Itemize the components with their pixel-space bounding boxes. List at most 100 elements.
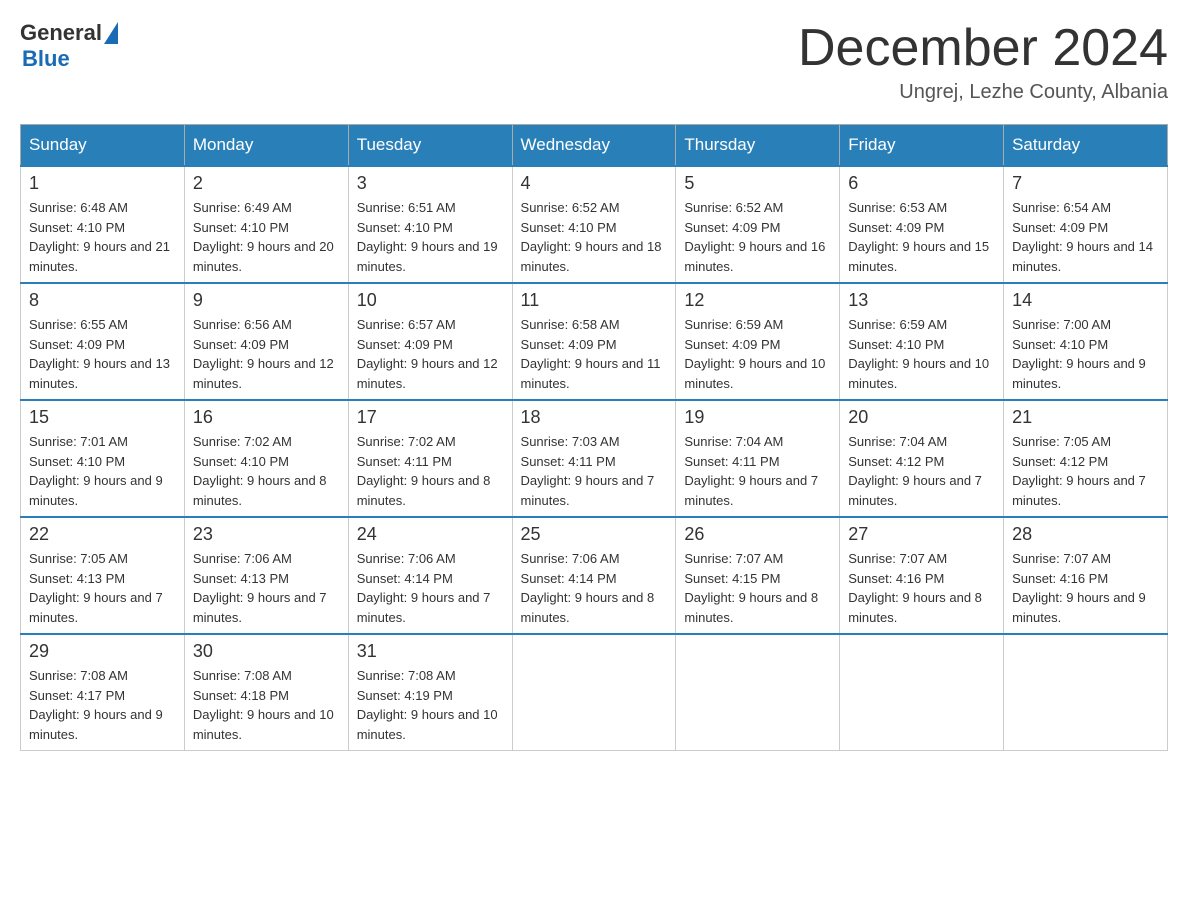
day-number: 5 [684,173,831,194]
day-number: 2 [193,173,340,194]
day-info: Sunrise: 6:49 AMSunset: 4:10 PMDaylight:… [193,198,340,276]
calendar-header-row: SundayMondayTuesdayWednesdayThursdayFrid… [21,125,1168,167]
calendar-cell: 10 Sunrise: 6:57 AMSunset: 4:09 PMDaylig… [348,283,512,400]
calendar-cell: 26 Sunrise: 7:07 AMSunset: 4:15 PMDaylig… [676,517,840,634]
day-number: 6 [848,173,995,194]
day-number: 23 [193,524,340,545]
day-info: Sunrise: 6:48 AMSunset: 4:10 PMDaylight:… [29,198,176,276]
calendar-cell: 28 Sunrise: 7:07 AMSunset: 4:16 PMDaylig… [1004,517,1168,634]
day-number: 3 [357,173,504,194]
day-number: 16 [193,407,340,428]
calendar-cell: 8 Sunrise: 6:55 AMSunset: 4:09 PMDayligh… [21,283,185,400]
logo: General Blue [20,20,118,72]
day-number: 13 [848,290,995,311]
day-number: 12 [684,290,831,311]
calendar-cell: 19 Sunrise: 7:04 AMSunset: 4:11 PMDaylig… [676,400,840,517]
day-info: Sunrise: 6:59 AMSunset: 4:10 PMDaylight:… [848,315,995,393]
week-row-4: 22 Sunrise: 7:05 AMSunset: 4:13 PMDaylig… [21,517,1168,634]
day-info: Sunrise: 6:57 AMSunset: 4:09 PMDaylight:… [357,315,504,393]
calendar-cell: 31 Sunrise: 7:08 AMSunset: 4:19 PMDaylig… [348,634,512,751]
location-title: Ungrej, Lezhe County, Albania [798,81,1168,104]
day-info: Sunrise: 7:02 AMSunset: 4:11 PMDaylight:… [357,432,504,510]
day-info: Sunrise: 7:04 AMSunset: 4:11 PMDaylight:… [684,432,831,510]
day-info: Sunrise: 7:03 AMSunset: 4:11 PMDaylight:… [521,432,668,510]
day-number: 7 [1012,173,1159,194]
day-info: Sunrise: 6:52 AMSunset: 4:10 PMDaylight:… [521,198,668,276]
day-number: 24 [357,524,504,545]
calendar-cell: 22 Sunrise: 7:05 AMSunset: 4:13 PMDaylig… [21,517,185,634]
week-row-3: 15 Sunrise: 7:01 AMSunset: 4:10 PMDaylig… [21,400,1168,517]
calendar-cell: 4 Sunrise: 6:52 AMSunset: 4:10 PMDayligh… [512,166,676,283]
calendar-cell: 18 Sunrise: 7:03 AMSunset: 4:11 PMDaylig… [512,400,676,517]
calendar-cell: 21 Sunrise: 7:05 AMSunset: 4:12 PMDaylig… [1004,400,1168,517]
day-info: Sunrise: 6:59 AMSunset: 4:09 PMDaylight:… [684,315,831,393]
day-number: 8 [29,290,176,311]
day-info: Sunrise: 7:06 AMSunset: 4:14 PMDaylight:… [357,549,504,627]
day-number: 29 [29,641,176,662]
day-number: 20 [848,407,995,428]
day-info: Sunrise: 6:53 AMSunset: 4:09 PMDaylight:… [848,198,995,276]
calendar-cell: 17 Sunrise: 7:02 AMSunset: 4:11 PMDaylig… [348,400,512,517]
calendar-cell: 20 Sunrise: 7:04 AMSunset: 4:12 PMDaylig… [840,400,1004,517]
calendar-header-monday: Monday [184,125,348,167]
calendar-header-saturday: Saturday [1004,125,1168,167]
day-number: 19 [684,407,831,428]
day-number: 18 [521,407,668,428]
calendar-cell [512,634,676,751]
calendar-cell: 24 Sunrise: 7:06 AMSunset: 4:14 PMDaylig… [348,517,512,634]
day-info: Sunrise: 6:55 AMSunset: 4:09 PMDaylight:… [29,315,176,393]
day-info: Sunrise: 7:07 AMSunset: 4:16 PMDaylight:… [1012,549,1159,627]
day-number: 1 [29,173,176,194]
calendar-cell [840,634,1004,751]
calendar-header-sunday: Sunday [21,125,185,167]
calendar-cell: 5 Sunrise: 6:52 AMSunset: 4:09 PMDayligh… [676,166,840,283]
title-section: December 2024 Ungrej, Lezhe County, Alba… [798,20,1168,104]
week-row-1: 1 Sunrise: 6:48 AMSunset: 4:10 PMDayligh… [21,166,1168,283]
calendar-cell: 11 Sunrise: 6:58 AMSunset: 4:09 PMDaylig… [512,283,676,400]
day-number: 11 [521,290,668,311]
day-number: 17 [357,407,504,428]
day-info: Sunrise: 7:08 AMSunset: 4:18 PMDaylight:… [193,666,340,744]
day-info: Sunrise: 6:52 AMSunset: 4:09 PMDaylight:… [684,198,831,276]
day-info: Sunrise: 7:06 AMSunset: 4:14 PMDaylight:… [521,549,668,627]
day-number: 27 [848,524,995,545]
day-info: Sunrise: 6:54 AMSunset: 4:09 PMDaylight:… [1012,198,1159,276]
calendar-cell: 16 Sunrise: 7:02 AMSunset: 4:10 PMDaylig… [184,400,348,517]
day-info: Sunrise: 7:02 AMSunset: 4:10 PMDaylight:… [193,432,340,510]
day-number: 26 [684,524,831,545]
day-number: 30 [193,641,340,662]
calendar-cell: 29 Sunrise: 7:08 AMSunset: 4:17 PMDaylig… [21,634,185,751]
day-info: Sunrise: 6:51 AMSunset: 4:10 PMDaylight:… [357,198,504,276]
day-info: Sunrise: 6:58 AMSunset: 4:09 PMDaylight:… [521,315,668,393]
day-number: 22 [29,524,176,545]
calendar-cell: 13 Sunrise: 6:59 AMSunset: 4:10 PMDaylig… [840,283,1004,400]
day-info: Sunrise: 6:56 AMSunset: 4:09 PMDaylight:… [193,315,340,393]
calendar-table: SundayMondayTuesdayWednesdayThursdayFrid… [20,124,1168,751]
day-info: Sunrise: 7:08 AMSunset: 4:19 PMDaylight:… [357,666,504,744]
calendar-cell: 14 Sunrise: 7:00 AMSunset: 4:10 PMDaylig… [1004,283,1168,400]
page-header: General Blue December 2024 Ungrej, Lezhe… [20,20,1168,104]
logo-blue-text: Blue [22,46,118,72]
day-info: Sunrise: 7:06 AMSunset: 4:13 PMDaylight:… [193,549,340,627]
calendar-cell: 3 Sunrise: 6:51 AMSunset: 4:10 PMDayligh… [348,166,512,283]
calendar-cell: 7 Sunrise: 6:54 AMSunset: 4:09 PMDayligh… [1004,166,1168,283]
calendar-header-thursday: Thursday [676,125,840,167]
logo-general-text: General [20,20,102,46]
logo-triangle-icon [104,22,118,44]
day-info: Sunrise: 7:07 AMSunset: 4:16 PMDaylight:… [848,549,995,627]
calendar-cell: 25 Sunrise: 7:06 AMSunset: 4:14 PMDaylig… [512,517,676,634]
day-info: Sunrise: 7:07 AMSunset: 4:15 PMDaylight:… [684,549,831,627]
calendar-cell: 23 Sunrise: 7:06 AMSunset: 4:13 PMDaylig… [184,517,348,634]
day-number: 14 [1012,290,1159,311]
calendar-cell: 2 Sunrise: 6:49 AMSunset: 4:10 PMDayligh… [184,166,348,283]
calendar-header-wednesday: Wednesday [512,125,676,167]
day-number: 9 [193,290,340,311]
calendar-cell: 9 Sunrise: 6:56 AMSunset: 4:09 PMDayligh… [184,283,348,400]
day-info: Sunrise: 7:00 AMSunset: 4:10 PMDaylight:… [1012,315,1159,393]
calendar-header-tuesday: Tuesday [348,125,512,167]
calendar-cell: 6 Sunrise: 6:53 AMSunset: 4:09 PMDayligh… [840,166,1004,283]
week-row-5: 29 Sunrise: 7:08 AMSunset: 4:17 PMDaylig… [21,634,1168,751]
day-number: 15 [29,407,176,428]
calendar-header-friday: Friday [840,125,1004,167]
calendar-cell: 27 Sunrise: 7:07 AMSunset: 4:16 PMDaylig… [840,517,1004,634]
